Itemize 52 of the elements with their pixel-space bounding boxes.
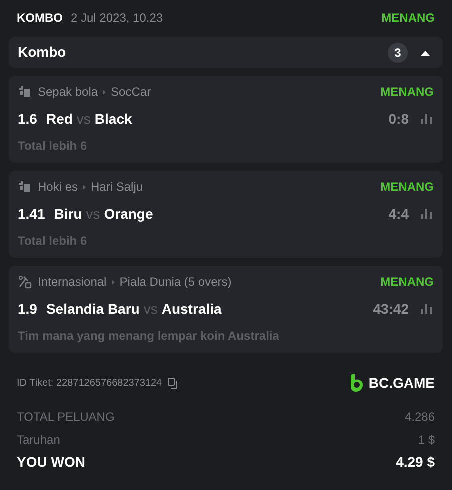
team-name: Orange	[104, 204, 154, 224]
market-label: Total lebih 6	[18, 138, 88, 155]
combo-label: Kombo	[18, 43, 66, 62]
league-name: Sepak bola	[38, 84, 98, 101]
league-name: Hoki es	[38, 179, 78, 196]
stats-icon[interactable]	[421, 209, 432, 219]
count-badge: 3	[388, 42, 408, 62]
score: 4:4	[388, 204, 409, 224]
logo-icon	[350, 374, 364, 392]
sub-league-name: Piala Dunia (5 overs)	[120, 274, 232, 291]
summary-value: 4.29 $	[396, 453, 435, 472]
team-name: Biru	[54, 204, 82, 224]
market-label: Total lebih 6	[18, 233, 88, 250]
sport-icon	[18, 85, 32, 99]
team-name: Black	[94, 110, 132, 128]
team-name: Australia	[162, 300, 222, 318]
brand-name: BC.GAME	[368, 374, 435, 392]
ticket-id: ID Tiket: 2287126576682373124	[17, 376, 162, 390]
bet-status: MENANG	[380, 179, 434, 196]
team-name: Red	[46, 110, 73, 128]
odds: 1.9	[18, 300, 38, 318]
bet-status: MENANG	[380, 274, 434, 291]
summary-value: 4.286	[404, 408, 435, 426]
sport-icon	[18, 180, 32, 194]
combo-bar[interactable]: Kombo 3	[9, 37, 443, 68]
league-name: Internasional	[38, 274, 107, 291]
separator-icon	[103, 90, 106, 94]
stats-icon[interactable]	[421, 304, 432, 314]
bet-date: 2 Jul 2023, 10.23	[71, 10, 164, 27]
summary-value: 1 $	[418, 432, 435, 448]
bet-status: MENANG	[380, 84, 434, 101]
collapse-icon[interactable]	[421, 50, 430, 56]
separator-icon	[112, 280, 115, 284]
summary-label: Taruhan	[17, 432, 60, 448]
score: 43:42	[373, 300, 409, 318]
summary-label: YOU WON	[17, 453, 86, 472]
sub-league-name: SocCar	[111, 84, 152, 101]
copy-icon[interactable]	[168, 378, 180, 388]
stats-icon[interactable]	[421, 114, 432, 124]
bet-status: MENANG	[382, 10, 435, 27]
separator-icon	[83, 184, 86, 190]
odds: 1.41	[18, 204, 46, 224]
score: 0:8	[388, 110, 409, 128]
bet-type: KOMBO	[17, 10, 63, 27]
odds: 1.6	[18, 110, 38, 128]
sub-league-name: Hari Salju	[91, 179, 144, 196]
versus-label: vs	[144, 300, 158, 318]
market-label: Tim mana yang menang lempar koin Australia	[18, 328, 280, 345]
team-name: Selandia Baru	[46, 300, 140, 318]
versus-label: vs	[76, 110, 91, 128]
versus-label: vs	[86, 204, 100, 224]
summary-label: TOTAL PELUANG	[17, 408, 115, 426]
